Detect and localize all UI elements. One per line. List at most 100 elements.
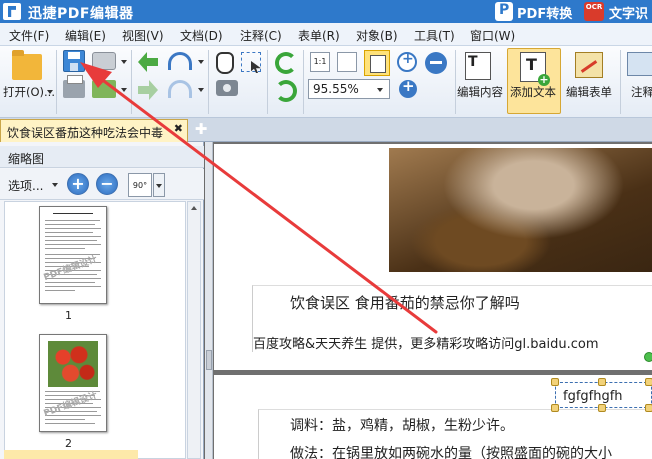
panel-toolbar: 选项... + − 90° bbox=[0, 169, 204, 200]
selected-thumbnail-highlight bbox=[4, 450, 138, 459]
add-text-icon[interactable] bbox=[520, 52, 550, 86]
actual-size-button[interactable]: 1:1 bbox=[310, 52, 330, 72]
tab-title: 饮食误区番茄这种吃法会中毒 bbox=[7, 126, 164, 140]
undo-dropdown-icon[interactable] bbox=[198, 60, 204, 64]
ocr-button[interactable]: 文字识 bbox=[609, 3, 648, 22]
tab-document[interactable]: 饮食误区番茄这种吃法会中毒 ✖ bbox=[0, 119, 188, 142]
annotation-icon[interactable] bbox=[627, 52, 652, 76]
snapshot-icon[interactable] bbox=[216, 80, 238, 96]
zoom-select[interactable]: 95.55% bbox=[308, 79, 390, 99]
separator bbox=[131, 50, 132, 114]
inserted-text-box[interactable]: fgfgfhgfh bbox=[551, 378, 652, 412]
pdf-page-1: 饮食误区 食用番茄的禁忌你了解吗 百度攻略&天天养生 提供，更多精彩攻略访问gl… bbox=[214, 144, 652, 370]
menu-document[interactable]: 文档(D) bbox=[180, 27, 223, 44]
zoom-value: 95.55% bbox=[313, 82, 359, 96]
thumbnail-zoom-in-icon[interactable]: + bbox=[67, 173, 89, 195]
article-heading[interactable]: 饮食误区 食用番茄的禁忌你了解吗 bbox=[290, 292, 520, 313]
menu-comment[interactable]: 注释(C) bbox=[240, 27, 282, 44]
separator bbox=[455, 50, 456, 114]
edit-content-label[interactable]: 编辑内容 bbox=[457, 84, 503, 100]
open-folder-icon[interactable] bbox=[12, 50, 42, 80]
edit-form-icon[interactable] bbox=[575, 52, 603, 78]
page-thumbnail-1[interactable]: PDF编辑设计 bbox=[39, 206, 107, 304]
add-text-label[interactable]: 添加文本 bbox=[510, 84, 556, 100]
document-viewer[interactable]: 饮食误区 食用番茄的禁忌你了解吗 百度攻略&天天养生 提供，更多精彩攻略访问gl… bbox=[205, 142, 652, 459]
menu-object[interactable]: 对象(B) bbox=[356, 27, 398, 44]
tomato-image bbox=[48, 341, 98, 387]
hand-tool-icon[interactable] bbox=[216, 52, 234, 74]
thumbnail-panel: 缩略图 选项... + − 90° PDF编辑设计 1 PDF编辑设计 2 bbox=[0, 142, 204, 459]
select-tool-icon[interactable] bbox=[241, 52, 261, 72]
resize-handle[interactable] bbox=[598, 378, 606, 386]
separator bbox=[620, 50, 621, 114]
scanner-dropdown-icon[interactable] bbox=[121, 60, 127, 64]
ocr-icon[interactable]: OCR bbox=[584, 2, 604, 21]
method-text[interactable]: 做法：在锅里放如两碗水的量（按照盛面的碗的大小 bbox=[290, 443, 612, 459]
rotate-page-button[interactable]: 90° bbox=[128, 173, 152, 197]
thumbnail-list[interactable]: PDF编辑设计 1 PDF编辑设计 2 bbox=[4, 201, 186, 459]
panel-title: 缩略图 bbox=[0, 146, 204, 168]
options-dropdown-icon[interactable] bbox=[52, 183, 58, 187]
separator bbox=[267, 50, 268, 114]
seasoning-text[interactable]: 调料：盐，鸡精，胡椒，生粉少许。 bbox=[290, 415, 514, 435]
menu-form[interactable]: 表单(R) bbox=[298, 27, 340, 44]
food-photo bbox=[389, 148, 652, 272]
article-credit[interactable]: 百度攻略&天天养生 提供，更多精彩攻略访问gl.baidu.com bbox=[253, 333, 598, 352]
inserted-text[interactable]: fgfgfhgfh bbox=[563, 389, 623, 404]
rotate-counterclockwise-icon[interactable] bbox=[275, 80, 297, 102]
rotate-clockwise-icon[interactable] bbox=[275, 52, 297, 74]
print-icon[interactable] bbox=[63, 75, 85, 98]
export-dropdown-icon[interactable] bbox=[121, 88, 127, 92]
new-tab-icon[interactable]: ✚ bbox=[192, 120, 210, 138]
menu-window[interactable]: 窗口(W) bbox=[470, 27, 515, 44]
edit-form-label[interactable]: 编辑表单 bbox=[566, 84, 612, 100]
page-thumbnail-2[interactable]: PDF编辑设计 bbox=[39, 334, 107, 432]
next-view-icon[interactable] bbox=[138, 80, 158, 100]
resize-handle[interactable] bbox=[551, 404, 559, 412]
separator bbox=[56, 50, 57, 114]
scroll-thumb[interactable] bbox=[206, 350, 212, 370]
title-bar: 迅捷PDF编辑器 PDF转换 OCR 文字识 bbox=[0, 0, 652, 23]
fit-page-icon[interactable] bbox=[337, 52, 357, 72]
thumbnail-zoom-out-icon[interactable]: − bbox=[96, 173, 118, 195]
rotate-handle[interactable] bbox=[644, 352, 652, 362]
menu-tools[interactable]: 工具(T) bbox=[414, 27, 455, 44]
separator bbox=[208, 50, 209, 114]
export-icon[interactable] bbox=[92, 80, 116, 98]
menu-file[interactable]: 文件(F) bbox=[9, 27, 49, 44]
viewer-scrollbar[interactable] bbox=[205, 142, 213, 459]
menu-edit[interactable]: 编辑(E) bbox=[65, 27, 106, 44]
resize-handle[interactable] bbox=[598, 404, 606, 412]
menu-bar: 文件(F) 编辑(E) 视图(V) 文档(D) 注释(C) 表单(R) 对象(B… bbox=[0, 23, 652, 46]
thumbnail-scrollbar[interactable] bbox=[187, 201, 201, 459]
edit-content-icon[interactable] bbox=[465, 52, 491, 80]
scanner-icon[interactable] bbox=[92, 52, 116, 70]
annotation-label[interactable]: 注释 bbox=[631, 84, 652, 100]
zoom-in-icon[interactable] bbox=[399, 77, 417, 98]
close-tab-icon[interactable]: ✖ bbox=[174, 122, 183, 135]
rotate-dropdown-icon[interactable] bbox=[153, 173, 165, 197]
redo-dropdown-icon[interactable] bbox=[198, 88, 204, 92]
fit-width-icon[interactable] bbox=[364, 50, 390, 76]
page-number-2: 2 bbox=[65, 437, 72, 450]
document-tab-strip: 饮食误区番茄这种吃法会中毒 ✖ ✚ bbox=[0, 118, 652, 142]
zoom-tool-icon[interactable] bbox=[397, 51, 417, 72]
previous-view-icon[interactable] bbox=[138, 52, 158, 72]
redo-icon[interactable] bbox=[168, 80, 192, 98]
resize-handle[interactable] bbox=[551, 378, 559, 386]
pdf-convert-icon[interactable] bbox=[495, 2, 513, 21]
zoom-out-icon[interactable] bbox=[425, 52, 447, 74]
options-menu[interactable]: 选项... bbox=[8, 177, 43, 194]
pdf-convert-button[interactable]: PDF转换 bbox=[517, 3, 572, 22]
page-number-1: 1 bbox=[65, 309, 72, 322]
open-dropdown-icon[interactable] bbox=[47, 90, 53, 94]
resize-handle[interactable] bbox=[645, 378, 652, 386]
undo-icon[interactable] bbox=[168, 52, 192, 70]
app-title: 迅捷PDF编辑器 bbox=[28, 6, 134, 22]
toolbar: 打开(O)... 1:1 95.55% 编辑内容 添加文本 编辑表单 注释 bbox=[0, 46, 652, 118]
scroll-up-icon[interactable] bbox=[191, 206, 197, 210]
resize-handle[interactable] bbox=[645, 404, 652, 412]
zoom-dropdown-icon[interactable] bbox=[377, 88, 383, 92]
menu-view[interactable]: 视图(V) bbox=[122, 27, 164, 44]
save-icon[interactable] bbox=[63, 50, 85, 72]
